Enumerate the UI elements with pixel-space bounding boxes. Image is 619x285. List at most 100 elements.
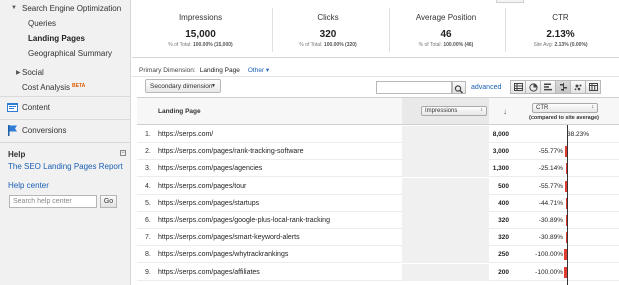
table-view-button[interactable] [510, 80, 526, 94]
sidebar-section-conversions[interactable]: Conversions [0, 119, 130, 141]
primary-dimension-other-link[interactable]: Other ▾ [248, 67, 269, 74]
secondary-dimension-label: Secondary dimension [150, 83, 213, 90]
comparison-view-icon [559, 83, 567, 91]
table-row[interactable]: 4. https://serps.com/pages/tour 500 -55.77% [137, 177, 619, 195]
sidebar-item-queries[interactable]: Queries [28, 19, 56, 28]
landing-page-link[interactable]: https://serps.com/pages/rank-tracking-so… [158, 148, 304, 155]
metric-clicks: Clicks 320 % of Total: 100.00% (320) [266, 0, 390, 58]
term-cloud-view-icon [574, 84, 581, 91]
expanded-triangle-icon[interactable]: ▼ [11, 5, 17, 11]
row-number: 2. [145, 148, 151, 156]
analytics-report-page: ▼ Search Engine Optimization Queries Lan… [0, 0, 619, 285]
sidebar-divider [0, 142, 130, 143]
table-row[interactable]: 7. https://serps.com/pages/smart-keyword-… [137, 229, 619, 247]
pivot-view-button[interactable] [585, 80, 601, 94]
metric-value: 2.13% [546, 29, 575, 40]
flag-icon [8, 125, 17, 136]
ctr-metric-select[interactable]: CTR ↕ [532, 103, 598, 113]
metric-ctr: CTR 2.13% Site Avg: 2.13% (0.00%) [508, 0, 613, 58]
metric-name: Impressions [178, 13, 223, 22]
pivot-view-icon [588, 83, 598, 91]
impressions-value: 250 [498, 251, 509, 259]
landing-page-link[interactable]: https://serps.com/pages/startups [158, 200, 259, 207]
divider [132, 76, 619, 77]
help-article-link[interactable]: The SEO Landing Pages Report [8, 162, 123, 171]
primary-dimension-label: Primary Dimension: [139, 67, 196, 74]
table-row[interactable]: 8. https://serps.com/pages/whytrackrankin… [137, 246, 619, 264]
performance-view-icon [543, 83, 552, 91]
row-number: 3. [145, 165, 151, 173]
ctr-comparison-value: -30.89% [538, 234, 563, 242]
metric-sub-value: 100.00% (320) [323, 42, 357, 48]
sidebar-item-landing-pages[interactable]: Landing Pages [28, 34, 85, 43]
row-number: 8. [145, 251, 151, 259]
select-arrows-icon: ↕ [591, 104, 595, 110]
landing-page-link[interactable]: https://serps.com/pages/agencies [158, 165, 262, 172]
sidebar-item-social[interactable]: Social [22, 68, 44, 77]
table-search-button[interactable] [452, 81, 466, 94]
impressions-value: 200 [498, 268, 509, 276]
metric-average-position: Average Position 46 % of Total: 100.00% … [384, 0, 508, 58]
performance-view-button[interactable] [540, 80, 556, 94]
sort-descending-icon[interactable]: ↓ [503, 107, 507, 116]
metric-value: 46 [440, 29, 452, 40]
landing-page-link[interactable]: https://serps.com/ [158, 131, 213, 138]
table-row[interactable]: 9. https://serps.com/pages/affiliates 200 -… [137, 263, 619, 281]
cost-analysis-label: Cost Analysis [22, 83, 71, 92]
landing-page-link[interactable]: https://serps.com/pages/google-plus-loca… [158, 217, 330, 224]
sidebar-section-content[interactable]: Content [0, 96, 130, 118]
table-row[interactable]: 1. https://serps.com/8,000 38.23% [137, 126, 619, 143]
impressions-value: 320 [498, 234, 509, 242]
help-center-link[interactable]: Help center [8, 181, 49, 190]
metric-sub-value: 100.00% (46) [443, 42, 474, 48]
help-minimize-icon[interactable]: − [120, 150, 126, 156]
landing-page-link[interactable]: https://serps.com/pages/affiliates [158, 269, 260, 276]
landing-page-link[interactable]: https://serps.com/pages/whytrackrankings [158, 251, 288, 258]
sidebar-conversions-label: Conversions [22, 126, 67, 135]
landing-page-link[interactable]: https://serps.com/pages/tour [158, 183, 246, 190]
pie-view-icon [528, 82, 538, 92]
advanced-filter-link[interactable]: advanced [471, 84, 501, 91]
table-search-input[interactable] [376, 81, 452, 94]
term-cloud-view-button[interactable] [570, 80, 586, 94]
metric-name: Average Position [415, 13, 477, 22]
help-search-input[interactable]: Search help center [9, 195, 97, 208]
comparison-view-button[interactable] [555, 80, 571, 94]
sidebar-item-cost-analysis[interactable]: Cost Analysis BETA [22, 83, 85, 92]
sidebar-item-seo[interactable]: Search Engine Optimization [22, 4, 121, 13]
impressions-value: 3,000 [492, 148, 509, 156]
ctr-comparison-value: -100.00% [535, 268, 563, 276]
row-number: 6. [145, 217, 151, 224]
metric-sub-prefix: % of Total: [299, 42, 324, 48]
ctr-comparison-value: 38.23% [567, 131, 590, 138]
table-row[interactable]: 2. https://serps.com/pages/rank-tracking-… [137, 143, 619, 161]
comparison-zero-line [567, 125, 568, 285]
metric-sub: % of Total: 100.00% (15,000) [138, 42, 263, 48]
collapsed-triangle-icon[interactable]: ▶ [16, 69, 21, 76]
table-row[interactable]: 3. https://serps.com/pages/agencies 1,300 -… [137, 160, 619, 178]
sidebar-item-geographical-summary[interactable]: Geographical Summary [28, 49, 112, 58]
row-number: 9. [145, 268, 151, 276]
secondary-dimension-dropdown[interactable]: Secondary dimension ▼ [145, 79, 221, 93]
impressions-value: 8,000 [492, 131, 509, 138]
table-row[interactable]: 6. https://serps.com/pages/google-plus-lo… [137, 212, 619, 229]
view-toggle-group [510, 80, 601, 94]
ctr-comparison-value: -30.89% [538, 217, 563, 224]
impressions-metric-select[interactable]: Impressions ↕ [421, 106, 487, 116]
primary-dimension-current: Landing Page [199, 67, 240, 74]
ctr-comparison-value: -100.00% [535, 251, 563, 259]
row-number: 4. [145, 182, 151, 190]
table-row[interactable]: 5. https://serps.com/pages/startups 400 -44… [137, 194, 619, 212]
metric-divider [505, 8, 506, 52]
landing-page-link[interactable]: https://serps.com/pages/smart-keyword-al… [158, 234, 300, 241]
help-go-button[interactable]: Go [100, 195, 117, 208]
metric-sub: % of Total: 100.00% (320) [266, 42, 390, 48]
content-icon [7, 103, 18, 112]
metric-name: CTR [552, 13, 569, 22]
column-header-landing-page[interactable]: Landing Page [158, 108, 201, 115]
ctr-select-label: CTR [536, 105, 549, 111]
help-title: Help [8, 150, 26, 159]
pie-view-button[interactable] [525, 80, 541, 94]
beta-badge: BETA [72, 83, 86, 89]
sidebar: ▼ Search Engine Optimization Queries Lan… [0, 0, 131, 285]
